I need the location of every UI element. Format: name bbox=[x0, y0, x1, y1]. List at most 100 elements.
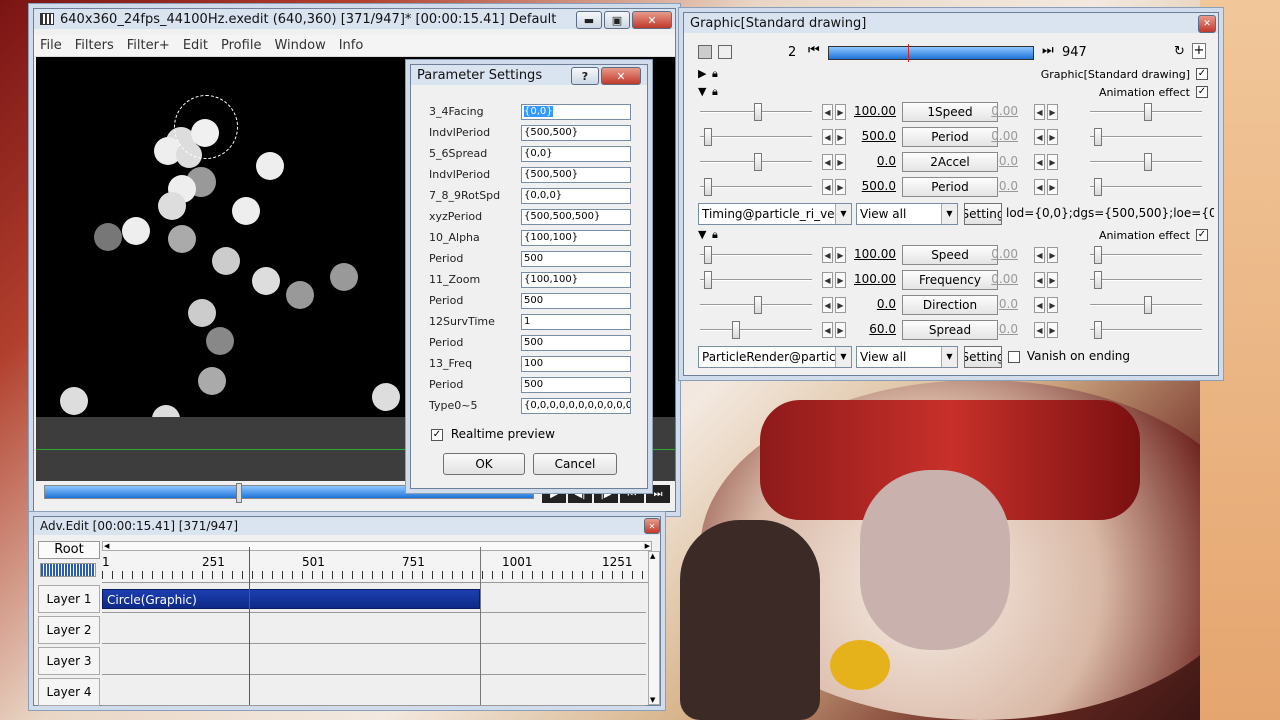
increment-button[interactable]: ▶ bbox=[835, 297, 846, 313]
setting-button[interactable]: Setting bbox=[964, 346, 1002, 368]
left-slider-thumb[interactable] bbox=[704, 178, 712, 196]
left-slider[interactable] bbox=[700, 279, 812, 281]
decrement-button[interactable]: ◀ bbox=[1034, 104, 1045, 120]
camera-icon[interactable] bbox=[698, 45, 712, 59]
end-value[interactable]: 0.0 bbox=[974, 179, 1018, 193]
decrement-button[interactable]: ◀ bbox=[822, 247, 833, 263]
start-value[interactable]: 0.0 bbox=[852, 297, 896, 311]
param-input[interactable]: 500 bbox=[521, 250, 631, 267]
end-value[interactable]: 0.00 bbox=[974, 272, 1018, 286]
increment-button[interactable]: ▶ bbox=[1047, 104, 1058, 120]
right-slider-thumb[interactable] bbox=[1144, 103, 1152, 121]
view-select[interactable]: View all ▼ bbox=[856, 346, 958, 368]
frame-range-bar[interactable] bbox=[828, 46, 1034, 60]
render-select[interactable]: ParticleRender@particle ▼ bbox=[698, 346, 852, 368]
horizontal-scrollbar[interactable]: ◀ ▶ bbox=[102, 541, 652, 551]
left-slider-thumb[interactable] bbox=[754, 153, 762, 171]
layer-label-4[interactable]: Layer 4 bbox=[38, 678, 100, 706]
end-value[interactable]: 0.00 bbox=[974, 104, 1018, 118]
timeline-ruler[interactable]: ◀ ▶ 1 251 501 751 1001 1251 bbox=[102, 541, 652, 583]
view-select[interactable]: View all ▼ bbox=[856, 203, 958, 225]
menu-profile[interactable]: Profile bbox=[221, 38, 261, 53]
param-input[interactable]: 100 bbox=[521, 355, 631, 372]
left-slider[interactable] bbox=[700, 186, 812, 188]
end-value[interactable]: 0.0 bbox=[974, 154, 1018, 168]
decrement-button[interactable]: ◀ bbox=[822, 129, 833, 145]
increment-button[interactable]: ▶ bbox=[1047, 154, 1058, 170]
vanish-on-ending-checkbox[interactable] bbox=[1008, 350, 1020, 363]
right-slider[interactable] bbox=[1090, 329, 1202, 331]
increment-button[interactable]: ▶ bbox=[1047, 247, 1058, 263]
param-close-button[interactable]: ✕ bbox=[601, 67, 641, 85]
scroll-up-icon[interactable]: ▲ bbox=[650, 552, 655, 560]
left-slider[interactable] bbox=[700, 136, 812, 138]
layer-label-3[interactable]: Layer 3 bbox=[38, 647, 100, 675]
seek-thumb[interactable] bbox=[236, 483, 242, 503]
zoom-gauge[interactable] bbox=[40, 563, 96, 577]
selection-circle[interactable] bbox=[174, 95, 238, 159]
decrement-button[interactable]: ◀ bbox=[822, 272, 833, 288]
setting-button[interactable]: Setting bbox=[964, 203, 1002, 225]
ok-button[interactable]: OK bbox=[443, 453, 525, 475]
maximize-button[interactable]: ▣ bbox=[604, 11, 630, 29]
add-filter-icon[interactable]: + bbox=[1192, 43, 1206, 59]
decrement-button[interactable]: ◀ bbox=[1034, 154, 1045, 170]
decrement-button[interactable]: ◀ bbox=[822, 322, 833, 338]
right-slider[interactable] bbox=[1090, 254, 1202, 256]
refresh-icon[interactable]: ↻ bbox=[1174, 44, 1185, 59]
right-slider-thumb[interactable] bbox=[1144, 296, 1152, 314]
start-value[interactable]: 500.0 bbox=[852, 179, 896, 193]
increment-button[interactable]: ▶ bbox=[1047, 322, 1058, 338]
layer-label-2[interactable]: Layer 2 bbox=[38, 616, 100, 644]
left-slider-thumb[interactable] bbox=[754, 103, 762, 121]
increment-button[interactable]: ▶ bbox=[1047, 297, 1058, 313]
param-input[interactable]: {0,0,0,0,0,0,0,0,0,0,0,0,0 bbox=[521, 397, 631, 414]
left-slider[interactable] bbox=[700, 254, 812, 256]
decrement-button[interactable]: ◀ bbox=[822, 154, 833, 170]
layer-track-2[interactable] bbox=[102, 614, 646, 644]
menu-filter-plus[interactable]: Filter+ bbox=[127, 38, 170, 53]
script-select[interactable]: Timing@particle_ri_ver3 ▼ bbox=[698, 203, 852, 225]
right-slider-thumb[interactable] bbox=[1094, 128, 1102, 146]
menu-edit[interactable]: Edit bbox=[183, 38, 208, 53]
minimize-button[interactable]: ▬ bbox=[576, 11, 602, 29]
param-input[interactable]: {100,100} bbox=[521, 229, 631, 246]
decrement-button[interactable]: ◀ bbox=[1034, 297, 1045, 313]
param-input[interactable]: {100,100} bbox=[521, 271, 631, 288]
end-value[interactable]: 0.0 bbox=[974, 297, 1018, 311]
right-slider-thumb[interactable] bbox=[1094, 271, 1102, 289]
right-slider-thumb[interactable] bbox=[1094, 178, 1102, 196]
start-value[interactable]: 100.00 bbox=[852, 104, 896, 118]
increment-button[interactable]: ▶ bbox=[835, 154, 846, 170]
graphic-close-button[interactable]: ✕ bbox=[1198, 15, 1216, 33]
decrement-button[interactable]: ◀ bbox=[1034, 322, 1045, 338]
cancel-button[interactable]: Cancel bbox=[533, 453, 617, 475]
collapse-arrow-icon[interactable]: ▼ bbox=[698, 85, 706, 98]
decrement-button[interactable]: ◀ bbox=[822, 297, 833, 313]
anim-enable-checkbox[interactable]: ✓ bbox=[1196, 86, 1208, 98]
left-slider-thumb[interactable] bbox=[732, 321, 740, 339]
left-slider[interactable] bbox=[700, 329, 812, 331]
left-slider-thumb[interactable] bbox=[704, 128, 712, 146]
increment-button[interactable]: ▶ bbox=[835, 272, 846, 288]
decrement-button[interactable]: ◀ bbox=[1034, 129, 1045, 145]
right-slider-thumb[interactable] bbox=[1144, 153, 1152, 171]
increment-button[interactable]: ▶ bbox=[835, 104, 846, 120]
menu-filters[interactable]: Filters bbox=[75, 38, 114, 53]
right-slider[interactable] bbox=[1090, 136, 1202, 138]
param-input[interactable]: {500,500} bbox=[521, 124, 631, 141]
param-input[interactable]: {0,0} bbox=[521, 145, 631, 162]
anim-enable-checkbox[interactable]: ✓ bbox=[1196, 229, 1208, 241]
increment-button[interactable]: ▶ bbox=[1047, 129, 1058, 145]
close-button[interactable]: ✕ bbox=[632, 11, 672, 29]
start-value[interactable]: 100.00 bbox=[852, 272, 896, 286]
scroll-right-icon[interactable]: ▶ bbox=[645, 542, 650, 550]
increment-button[interactable]: ▶ bbox=[835, 247, 846, 263]
right-slider-thumb[interactable] bbox=[1094, 246, 1102, 264]
decrement-button[interactable]: ◀ bbox=[1034, 179, 1045, 195]
go-end-icon[interactable]: ⏭ bbox=[646, 485, 670, 503]
right-slider[interactable] bbox=[1090, 279, 1202, 281]
increment-button[interactable]: ▶ bbox=[835, 179, 846, 195]
decrement-button[interactable]: ◀ bbox=[822, 104, 833, 120]
param-input[interactable]: 500 bbox=[521, 334, 631, 351]
